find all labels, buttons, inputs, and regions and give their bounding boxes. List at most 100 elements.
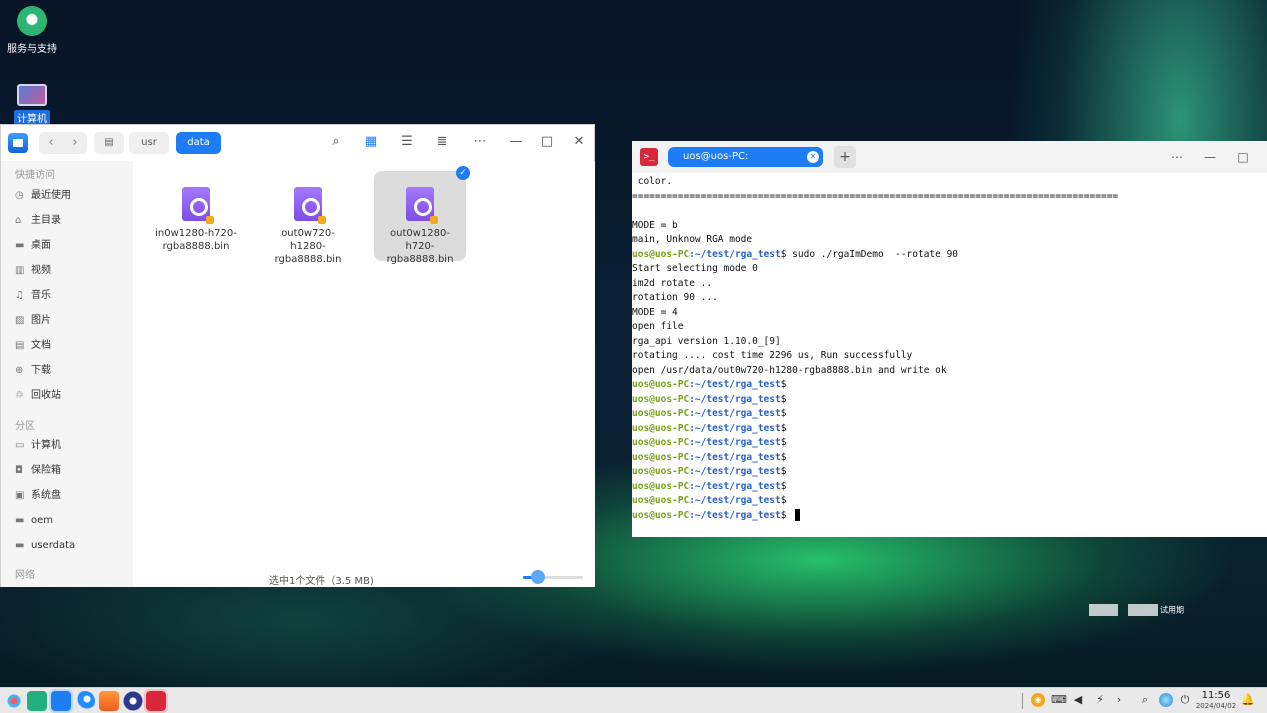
status-bar-text: 选中1个文件（3.5 MB)	[269, 576, 374, 587]
list-view-icon[interactable]: ☰	[399, 134, 415, 150]
file-manager-icon[interactable]	[49, 689, 73, 713]
maximize-icon[interactable]: □	[1235, 149, 1251, 165]
disk-icon: ▬	[15, 540, 25, 551]
terminal-prompt-line: uos@uos-PC:~/test/rga_test$	[632, 509, 801, 523]
sidebar-section-partitions: 分区	[15, 421, 35, 432]
vault-icon: ◘	[15, 465, 23, 476]
sidebar-item-documents[interactable]: ▤ 文档	[15, 337, 51, 355]
back-button[interactable]: ‹	[39, 132, 63, 154]
sidebar-item-downloads[interactable]: ⊕ 下载	[15, 362, 51, 380]
file-manager-app-icon	[8, 133, 28, 153]
icon-size-slider[interactable]	[523, 570, 583, 584]
terminal-output[interactable]: color. ==================================…	[632, 175, 1267, 535]
disk-icon: ▣	[15, 490, 25, 501]
terminal-tab[interactable]: uos@uos-PC: ~/test/rga_test ✕	[668, 147, 823, 182]
file-item-selected[interactable]: ✓ out0w1280-h720-rgba8888.bin	[374, 166, 470, 265]
clock-time: 11:56	[1201, 690, 1231, 701]
more-options-icon[interactable]: ⋯	[472, 134, 488, 150]
sidebar-item-desktop[interactable]: ▬ 桌面	[15, 237, 51, 255]
desktop-icon-support[interactable]: 服务与支持	[0, 6, 64, 55]
search-icon[interactable]: ⌕	[1138, 693, 1152, 707]
sidebar-item-recent[interactable]: ◷ 最近使用	[15, 187, 71, 205]
sidebar-item-vault[interactable]: ◘ 保险箱	[15, 462, 61, 480]
terminal-output-line: MODE = 4	[632, 306, 678, 318]
desktop-icon-computer[interactable]: 计算机	[0, 84, 64, 125]
terminal-prompt-line: uos@uos-PC:~/test/rga_test$	[632, 466, 787, 477]
monitor-icon	[17, 84, 47, 106]
maximize-icon[interactable]: □	[539, 134, 555, 150]
cursor	[795, 509, 801, 521]
terminal-output-line: ========================================…	[632, 190, 1119, 202]
terminal-output-line: open file	[632, 321, 684, 332]
terminal-output-line: MODE = b	[632, 219, 678, 231]
network-icon[interactable]: ⚡	[1093, 693, 1107, 707]
clock-date: 2024/04/02	[1195, 702, 1237, 710]
binary-file-icon	[182, 187, 214, 224]
settings-icon[interactable]	[123, 691, 143, 711]
sidebar-item-trash[interactable]: ♲ 回收站	[15, 387, 61, 405]
terminal-output-line: main, Unknow RGA mode	[632, 234, 753, 245]
terminal-icon[interactable]	[144, 689, 168, 713]
terminal-prompt-line: uos@uos-PC:~/test/rga_test$	[632, 408, 787, 419]
file-item[interactable]: out0w720-h1280-rgba8888.bin	[262, 171, 354, 265]
terminal-window: >_ uos@uos-PC: ~/test/rga_test ✕ + ⋯ — □…	[632, 141, 1267, 537]
terminal-prompt-line: uos@uos-PC:~/test/rga_test$	[632, 451, 787, 463]
forward-button[interactable]: ›	[63, 132, 87, 154]
grid-view-icon[interactable]: ▦	[363, 134, 379, 150]
icon-size-slider-handle[interactable]	[531, 570, 545, 584]
file-manager-titlebar: ‹ › ▤ usr data ⌕ ▦ ☰ ≣ ⋯ — □ ✕	[1, 125, 594, 161]
headset-icon	[17, 6, 47, 36]
sidebar-item-oem[interactable]: ▬ oem	[15, 512, 53, 530]
computer-icon: ▭	[15, 440, 25, 451]
sidebar-item-pictures[interactable]: ▨ 图片	[15, 312, 51, 330]
picture-icon: ▨	[15, 315, 25, 326]
new-tab-button[interactable]: +	[834, 146, 856, 168]
tree-view-icon[interactable]: ≣	[434, 134, 450, 150]
clock[interactable]: 11:56 2024/04/02	[1194, 690, 1238, 711]
terminal-output-line: rotation 90 ...	[632, 292, 718, 303]
sidebar-item-videos[interactable]: ▥ 视频	[15, 262, 51, 280]
file-view: in0w1280-h720-rgba8888.bin out0w720-h128…	[133, 161, 595, 587]
sidebar-item-userdata[interactable]: ▬ userdata	[15, 537, 75, 555]
sidebar-item-music[interactable]: ♫ 音乐	[15, 287, 51, 305]
keyboard-icon[interactable]: ⌨	[1051, 693, 1067, 707]
sidebar-section-network: 网络	[15, 570, 35, 581]
taskbar: ◉ ⌨ ◀ ⚡ › ⌕ ⏻ 11:56 2024/04/02 🔔	[0, 687, 1267, 713]
file-name: in0w1280-h720-rgba8888.bin	[155, 228, 237, 252]
desktop-icon: ▬	[15, 240, 25, 251]
more-options-icon[interactable]: ⋯	[1169, 149, 1185, 165]
input-method-icon[interactable]: ◉	[1031, 693, 1045, 707]
trash-icon: ♲	[15, 390, 24, 401]
terminal-titlebar: >_ uos@uos-PC: ~/test/rga_test ✕ + ⋯ — □	[632, 141, 1267, 182]
disk-icon: ▬	[15, 515, 25, 526]
sidebar-item-computer[interactable]: ▭ 计算机	[15, 437, 61, 455]
assistant-icon[interactable]	[1159, 693, 1173, 707]
launcher-icon[interactable]	[4, 691, 24, 711]
sidebar-item-system-disk[interactable]: ▣ 系统盘	[15, 487, 61, 505]
show-desktop-icon[interactable]	[27, 691, 47, 711]
breadcrumb-root[interactable]: ▤	[94, 132, 124, 154]
search-icon[interactable]: ⌕	[328, 134, 344, 150]
power-icon[interactable]: ⏻	[1178, 693, 1192, 707]
browser-icon[interactable]	[75, 691, 95, 711]
terminal-app-icon: >_	[640, 148, 658, 166]
breadcrumb-usr[interactable]: usr	[129, 132, 169, 154]
terminal-output-line: Start selecting mode 0	[632, 263, 758, 274]
close-icon[interactable]: ✕	[571, 134, 587, 150]
terminal-command-line: uos@uos-PC:~/test/rga_test$ sudo ./rgaIm…	[632, 248, 959, 260]
breadcrumb-data[interactable]: data	[176, 132, 221, 154]
volume-icon[interactable]: ◀	[1071, 693, 1085, 707]
sidebar-item-home[interactable]: ⌂ 主目录	[15, 212, 61, 230]
terminal-output-line: rga_api version 1.10.0_[9]	[632, 335, 781, 347]
music-icon: ♫	[15, 290, 24, 301]
file-item[interactable]: in0w1280-h720-rgba8888.bin	[150, 171, 242, 261]
chevron-right-icon[interactable]: ›	[1112, 693, 1126, 707]
checkmark-icon: ✓	[456, 166, 470, 180]
notification-bell-icon[interactable]: 🔔	[1241, 693, 1255, 707]
terminal-prompt-line: uos@uos-PC:~/test/rga_test$	[632, 393, 787, 405]
app-store-icon[interactable]	[99, 691, 119, 711]
minimize-icon[interactable]: —	[508, 134, 524, 150]
minimize-icon[interactable]: —	[1202, 149, 1218, 165]
close-tab-icon[interactable]: ✕	[807, 151, 819, 163]
home-icon: ⌂	[15, 215, 22, 226]
